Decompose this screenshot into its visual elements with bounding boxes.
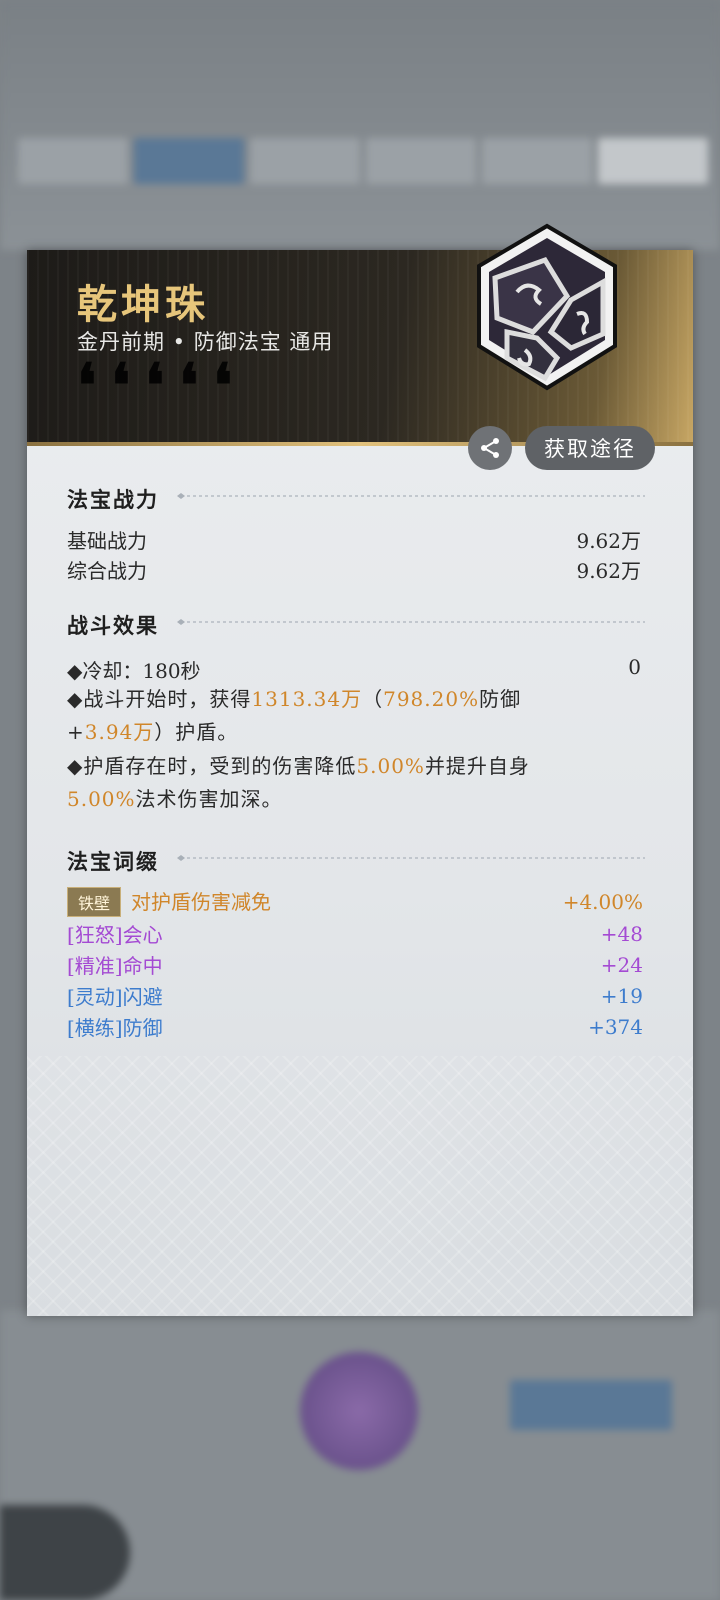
effect-highlight: 3.94万	[84, 720, 155, 744]
effect-damage-text: ◆护盾存在时，受到的伤害降低5.00%并提升自身 5.00%法术伤害加深。	[67, 750, 647, 816]
affix-row: [精准]命中 +24	[67, 950, 643, 979]
affix-label: [狂怒]会心	[67, 923, 163, 947]
affix-row: 铁壁 对护盾伤害减免 +4.00%	[67, 886, 643, 917]
treasure-orb-icon	[477, 223, 617, 391]
affix-row: [灵动]闪避 +19	[67, 981, 643, 1010]
item-detail-card: 乾坤珠 金丹前期 • 防御法宝 通用 ❛ ❛ ❛ ❛ ❛ 获取途径 法宝战力 基…	[27, 223, 693, 1316]
affix-label: [横练]防御	[67, 1016, 163, 1040]
share-button[interactable]	[468, 426, 512, 470]
effect-highlight: 5.00%	[67, 787, 136, 811]
cooldown-label: ◆冷却：180秒	[67, 659, 201, 683]
power-value: 9.62万	[576, 559, 641, 583]
effect-text: 并提升自身	[424, 754, 530, 778]
item-name: 乾坤珠	[77, 281, 209, 328]
background-corner-button	[0, 1505, 130, 1600]
affix-label: [精准]命中	[67, 954, 163, 978]
affix-value: +4.00%	[562, 889, 643, 914]
affix-row: [狂怒]会心 +48	[67, 919, 643, 948]
effects-section-title: 战斗效果	[67, 613, 159, 638]
rank-mark-icon: ❛	[77, 351, 97, 421]
cooldown-row: ◆冷却：180秒 0	[67, 655, 641, 684]
power-section-title: 法宝战力	[67, 487, 159, 512]
share-icon	[481, 438, 499, 458]
power-label: 基础战力	[67, 529, 147, 553]
acquire-source-button[interactable]: 获取途径	[525, 426, 655, 470]
effect-highlight: 798.20%	[383, 687, 480, 711]
affix-label: [灵动]闪避	[67, 985, 163, 1009]
affix-special-tag: 铁壁	[67, 887, 122, 917]
effect-text: ◆护盾存在时，受到的伤害降低	[67, 754, 357, 778]
affix-label: 对护盾伤害减免	[131, 890, 272, 914]
affix-value: +374	[588, 1014, 643, 1039]
rank-marks: ❛ ❛ ❛ ❛ ❛	[77, 351, 243, 421]
power-row-base: 基础战力 9.62万	[67, 525, 641, 554]
power-row-total: 综合战力 9.62万	[67, 555, 641, 584]
affix-label-group: 铁壁 对护盾伤害减免	[67, 886, 271, 917]
rank-mark-icon: ❛	[213, 351, 233, 421]
background-tabs	[18, 138, 708, 184]
background-tab	[134, 138, 244, 184]
power-value: 9.62万	[576, 529, 641, 553]
effect-text: ）护盾。	[154, 720, 239, 744]
effect-text: +	[67, 720, 85, 744]
effect-highlight: 5.00%	[356, 754, 425, 778]
effect-text: （	[362, 687, 384, 711]
background-button	[510, 1380, 672, 1430]
rank-mark-icon: ❛	[111, 351, 131, 421]
power-label: 综合战力	[67, 559, 147, 583]
affix-value: +19	[600, 983, 643, 1008]
affix-value: +24	[600, 952, 643, 977]
affix-row: [横练]防御 +374	[67, 1012, 643, 1041]
cooldown-value: 0	[628, 655, 641, 679]
affix-value: +48	[600, 921, 643, 946]
background-tab	[482, 138, 592, 184]
section-divider	[177, 493, 645, 499]
effect-text: 防御	[479, 687, 522, 711]
background-avatar	[300, 1352, 418, 1470]
background-tab	[18, 138, 128, 184]
rank-mark-icon: ❛	[145, 351, 165, 421]
section-divider	[177, 619, 645, 625]
rank-mark-icon: ❛	[179, 351, 199, 421]
effect-text: ◆战斗开始时，获得	[67, 687, 252, 711]
section-divider	[177, 855, 645, 861]
effect-highlight: 1313.34万	[251, 687, 363, 711]
effect-shield-text: ◆战斗开始时，获得1313.34万（798.20%防御 +3.94万）护盾。	[67, 683, 647, 749]
affix-section-title: 法宝词缀	[67, 849, 159, 874]
background-tab	[366, 138, 476, 184]
effect-text: 法术伤害加深。	[135, 787, 283, 811]
background-top	[0, 0, 720, 250]
background-tab	[598, 138, 708, 184]
background-tab	[250, 138, 360, 184]
